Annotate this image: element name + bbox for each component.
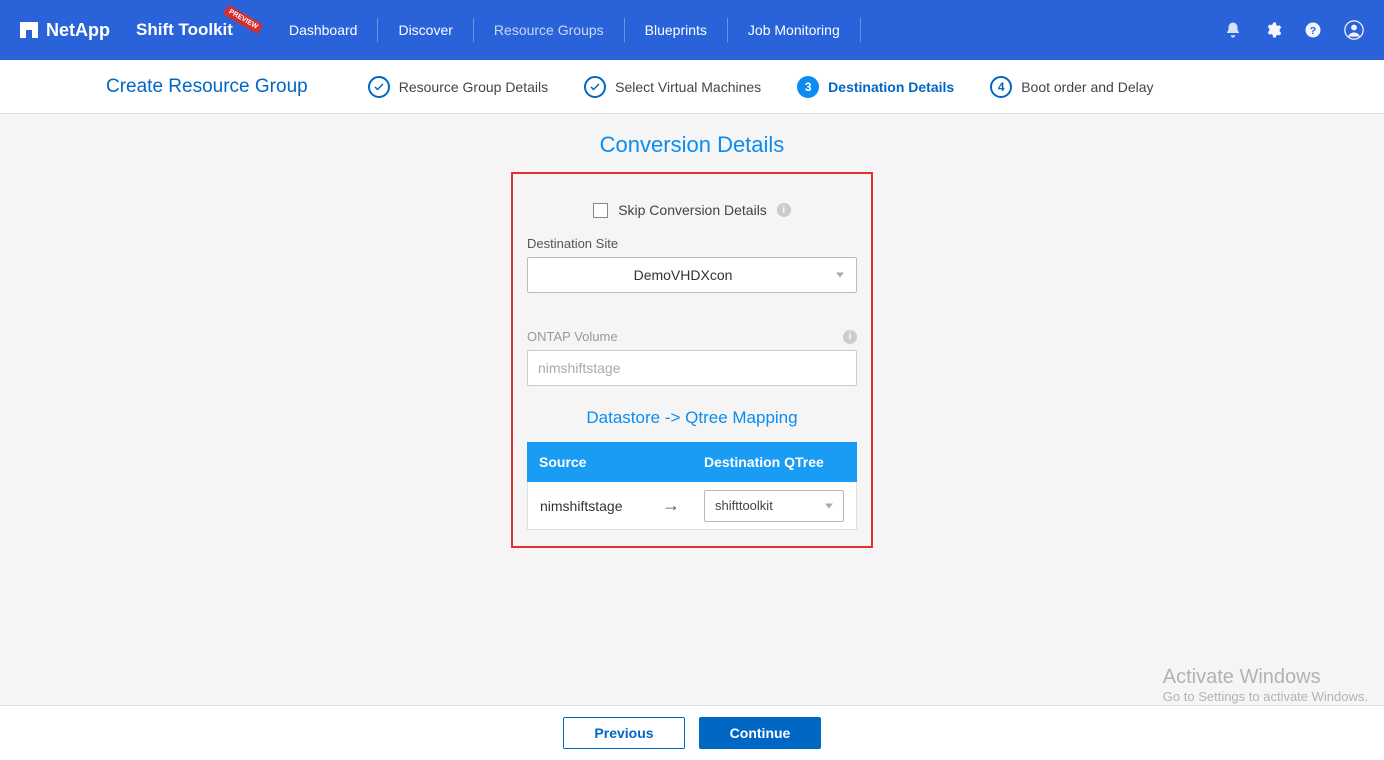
top-bar: NetApp Shift Toolkit Preview Dashboard D… <box>0 0 1384 60</box>
step-destination-details[interactable]: 3 Destination Details <box>797 76 954 98</box>
ontap-volume-label: ONTAP Volume i <box>527 329 857 344</box>
select-value: DemoVHDXcon <box>634 267 733 283</box>
conversion-details-form: Skip Conversion Details i Destination Si… <box>511 172 873 548</box>
info-icon[interactable]: i <box>843 330 857 344</box>
step-resource-group-details[interactable]: Resource Group Details <box>368 76 548 98</box>
col-source: Source <box>527 442 692 482</box>
nav-discover[interactable]: Discover <box>378 18 473 42</box>
destination-site-select[interactable]: DemoVHDXcon <box>527 257 857 293</box>
table-row: nimshiftstage → shifttoolkit <box>527 482 857 530</box>
nav-blueprints[interactable]: Blueprints <box>625 18 728 42</box>
step-number-icon: 4 <box>990 76 1012 98</box>
qtree-mapping-table: Source Destination QTree nimshiftstage →… <box>527 442 857 530</box>
destination-cell: shifttoolkit <box>704 490 844 522</box>
help-icon[interactable]: ? <box>1304 21 1322 39</box>
ontap-volume-input[interactable]: nimshiftstage <box>527 350 857 386</box>
step-boot-order[interactable]: 4 Boot order and Delay <box>990 76 1153 98</box>
step-number-icon: 3 <box>797 76 819 98</box>
destination-qtree-select[interactable]: shifttoolkit <box>704 490 844 522</box>
content-area: Conversion Details Skip Conversion Detai… <box>0 114 1384 705</box>
arrow-right-icon: → <box>662 495 680 516</box>
skip-row: Skip Conversion Details i <box>527 202 857 218</box>
select-value: shifttoolkit <box>715 498 773 513</box>
gear-icon[interactable] <box>1264 21 1282 39</box>
chevron-down-icon <box>836 273 844 278</box>
brand-label: NetApp <box>46 20 110 41</box>
source-cell: nimshiftstage <box>540 498 662 514</box>
check-icon <box>584 76 606 98</box>
bell-icon[interactable] <box>1224 21 1242 39</box>
previous-button[interactable]: Previous <box>563 717 685 749</box>
netapp-icon <box>20 22 38 38</box>
col-destination: Destination QTree <box>692 442 857 482</box>
input-placeholder: nimshiftstage <box>538 360 620 376</box>
nav-job-monitoring[interactable]: Job Monitoring <box>728 18 861 42</box>
destination-site-label: Destination Site <box>527 236 857 251</box>
brand-logo: NetApp <box>20 20 110 41</box>
step-label: Destination Details <box>828 79 954 95</box>
chevron-down-icon <box>825 503 833 508</box>
user-icon[interactable] <box>1344 20 1364 40</box>
skip-label: Skip Conversion Details <box>618 202 767 218</box>
nav-resource-groups[interactable]: Resource Groups <box>474 18 625 42</box>
info-icon[interactable]: i <box>777 203 791 217</box>
table-header: Source Destination QTree <box>527 442 857 482</box>
wizard-title: Create Resource Group <box>106 76 308 98</box>
footer-bar: Previous Continue <box>0 705 1384 760</box>
windows-watermark: Activate Windows Go to Settings to activ… <box>1163 666 1368 704</box>
check-icon <box>368 76 390 98</box>
nav-dashboard[interactable]: Dashboard <box>269 18 379 42</box>
step-label: Boot order and Delay <box>1021 79 1153 95</box>
section-title: Conversion Details <box>0 132 1384 158</box>
wizard-bar: Create Resource Group Resource Group Det… <box>0 60 1384 114</box>
svg-text:?: ? <box>1310 25 1316 37</box>
toolkit-label: Shift Toolkit Preview <box>136 20 233 40</box>
skip-checkbox[interactable] <box>593 203 608 218</box>
step-select-vms[interactable]: Select Virtual Machines <box>584 76 761 98</box>
step-label: Resource Group Details <box>399 79 548 95</box>
qtree-mapping-title: Datastore -> Qtree Mapping <box>527 408 857 428</box>
main-nav: Dashboard Discover Resource Groups Bluep… <box>269 18 861 42</box>
watermark-subtitle: Go to Settings to activate Windows. <box>1163 689 1368 704</box>
header-icons: ? <box>1224 20 1364 40</box>
continue-button[interactable]: Continue <box>699 717 821 749</box>
step-label: Select Virtual Machines <box>615 79 761 95</box>
watermark-title: Activate Windows <box>1163 666 1368 689</box>
